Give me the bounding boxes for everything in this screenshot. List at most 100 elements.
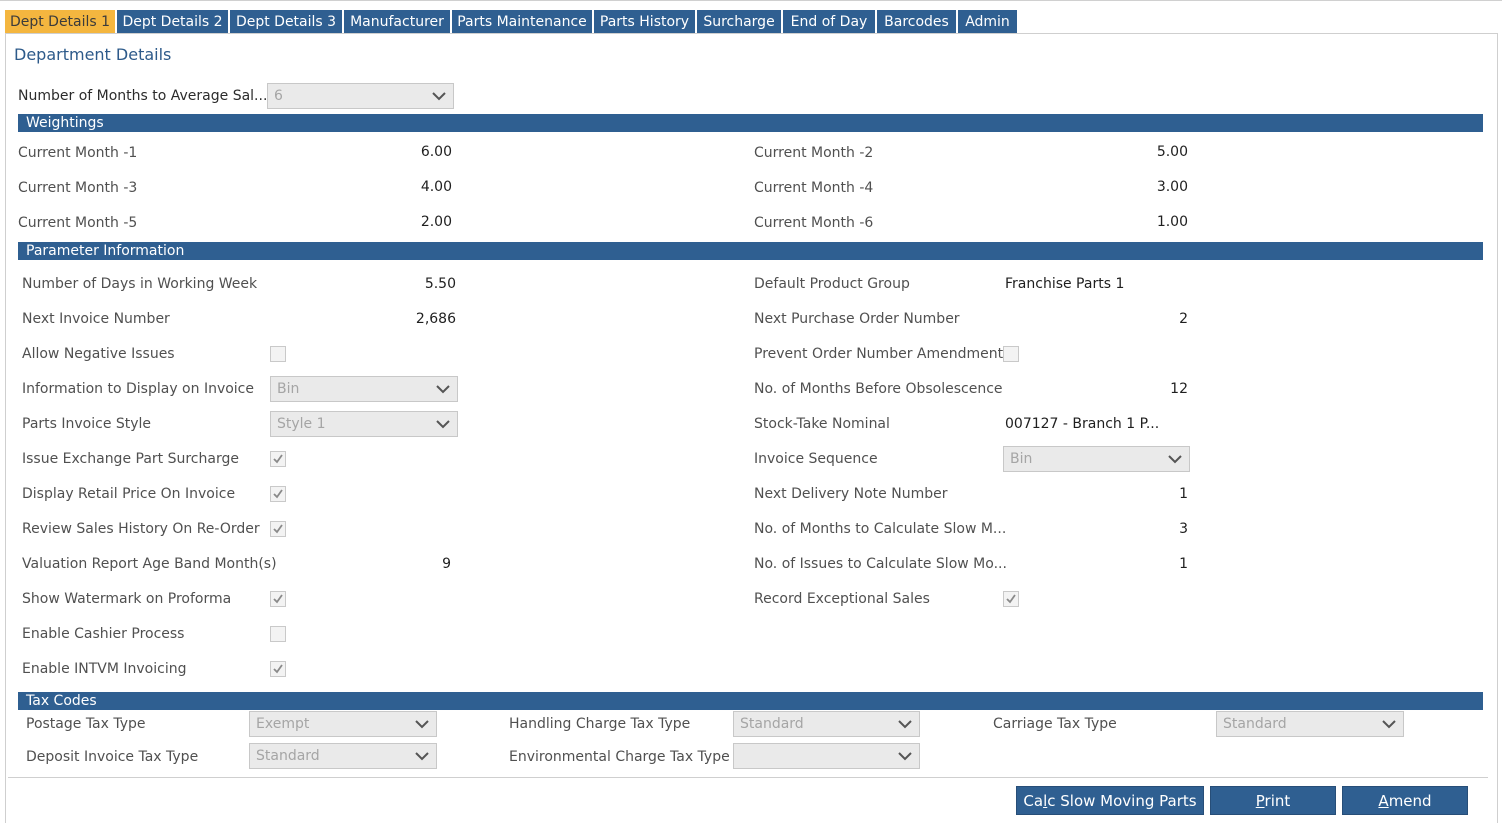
current-month-6-value: 1.00 [1156, 214, 1188, 230]
current-month-2-label: Current Month -2 [754, 145, 874, 161]
invoice-style-value: Style 1 [277, 416, 326, 432]
retail-price-checkbox[interactable] [270, 486, 286, 502]
checkmark-icon [273, 524, 283, 534]
chevron-down-icon [436, 420, 450, 429]
valuation-band-label: Valuation Report Age Band Month(s) [22, 556, 277, 572]
exceptional-sales-label: Record Exceptional Sales [754, 591, 930, 607]
watermark-label: Show Watermark on Proforma [22, 591, 232, 607]
prevent-amend-checkbox[interactable] [1003, 346, 1019, 362]
calc-slow-moving-button[interactable]: Calc Slow Moving Parts [1016, 786, 1204, 815]
review-sales-checkbox[interactable] [270, 521, 286, 537]
current-month-4-label: Current Month -4 [754, 180, 874, 196]
tab-dept-details-2[interactable]: Dept Details 2 [117, 10, 228, 34]
tab-parts-maintenance[interactable]: Parts Maintenance [452, 10, 592, 34]
weightings-header: Weightings [18, 114, 1483, 132]
handling-tax-value: Standard [740, 716, 804, 732]
checkmark-icon [273, 489, 283, 499]
print-suffix: rint [1264, 792, 1291, 810]
current-month-2-value: 5.00 [1156, 144, 1188, 160]
review-sales-label: Review Sales History On Re-Order [22, 521, 260, 537]
checkmark-icon [1006, 594, 1016, 604]
tab-surcharge[interactable]: Surcharge [697, 10, 781, 34]
exchange-surcharge-checkbox[interactable] [270, 451, 286, 467]
tab-parts-history[interactable]: Parts History [594, 10, 695, 34]
cashier-label: Enable Cashier Process [22, 626, 185, 642]
months-to-average-select[interactable]: 6 [267, 83, 454, 109]
valuation-band-value: 9 [442, 556, 451, 572]
chevron-down-icon [898, 752, 912, 761]
info-on-invoice-label: Information to Display on Invoice [22, 381, 254, 397]
postage-tax-label: Postage Tax Type [26, 716, 146, 732]
deposit-tax-label: Deposit Invoice Tax Type [26, 749, 199, 765]
watermark-checkbox[interactable] [270, 591, 286, 607]
stocktake-label: Stock-Take Nominal [754, 416, 890, 432]
chevron-down-icon [415, 720, 429, 729]
tax-codes-header: Tax Codes [18, 692, 1483, 710]
amend-suffix: mend [1388, 792, 1432, 810]
carriage-tax-value: Standard [1223, 716, 1287, 732]
cashier-checkbox[interactable] [270, 626, 286, 642]
footer-divider [8, 777, 1488, 778]
current-month-5-label: Current Month -5 [18, 215, 138, 231]
months-to-average-label: Number of Months to Average Sal... [18, 88, 268, 104]
chevron-down-icon [432, 92, 446, 101]
handling-tax-select[interactable]: Standard [733, 711, 920, 737]
checkmark-icon [273, 594, 283, 604]
allow-negative-label: Allow Negative Issues [22, 346, 175, 362]
print-access-key: P [1255, 792, 1265, 810]
obsolescence-label: No. of Months Before Obsolescence [754, 381, 1003, 397]
intvm-checkbox[interactable] [270, 661, 286, 677]
current-month-3-label: Current Month -3 [18, 180, 138, 196]
invoice-sequence-value: Bin [1010, 451, 1033, 467]
print-button[interactable]: Print [1210, 786, 1336, 815]
tab-manufacturer[interactable]: Manufacturer [344, 10, 450, 34]
postage-tax-value: Exempt [256, 716, 310, 732]
tab-end-of-day[interactable]: End of Day [783, 10, 875, 34]
chevron-down-icon [436, 385, 450, 394]
chevron-down-icon [1168, 455, 1182, 464]
info-on-invoice-select[interactable]: Bin [270, 376, 458, 402]
slow-months-value: 3 [1179, 521, 1188, 537]
next-po-value: 2 [1179, 311, 1188, 327]
invoice-style-select[interactable]: Style 1 [270, 411, 458, 437]
postage-tax-select[interactable]: Exempt [249, 711, 437, 737]
environmental-tax-select[interactable] [733, 743, 920, 769]
tab-bar: Dept Details 1 Dept Details 2 Dept Detai… [0, 0, 1502, 35]
current-month-5-value: 2.00 [420, 214, 452, 230]
slow-issues-label: No. of Issues to Calculate Slow Mo... [754, 556, 1007, 572]
deposit-tax-select[interactable]: Standard [249, 743, 437, 769]
chevron-down-icon [415, 752, 429, 761]
allow-negative-checkbox[interactable] [270, 346, 286, 362]
obsolescence-value: 12 [1170, 381, 1188, 397]
tab-admin[interactable]: Admin [958, 10, 1017, 34]
amend-access-key: A [1378, 792, 1389, 810]
invoice-style-label: Parts Invoice Style [22, 416, 152, 432]
invoice-sequence-label: Invoice Sequence [754, 451, 878, 467]
stocktake-value: 007127 - Branch 1 P... [1005, 416, 1160, 432]
carriage-tax-select[interactable]: Standard [1216, 711, 1404, 737]
tab-barcodes[interactable]: Barcodes [877, 10, 956, 34]
environmental-tax-label: Environmental Charge Tax Type [509, 749, 730, 765]
intvm-label: Enable INTVM Invoicing [22, 661, 187, 677]
calc-suffix: c Slow Moving Parts [1047, 792, 1197, 810]
slow-issues-value: 1 [1179, 556, 1188, 572]
chevron-down-icon [898, 720, 912, 729]
checkmark-icon [273, 454, 283, 464]
next-delivery-label: Next Delivery Note Number [754, 486, 948, 502]
chevron-down-icon [1382, 720, 1396, 729]
next-po-label: Next Purchase Order Number [754, 311, 960, 327]
prevent-amend-label: Prevent Order Number Amendment [754, 346, 1004, 362]
carriage-tax-label: Carriage Tax Type [993, 716, 1117, 732]
amend-button[interactable]: Amend [1342, 786, 1468, 815]
tab-dept-details-1[interactable]: Dept Details 1 [5, 10, 115, 34]
product-group-value: Franchise Parts 1 [1005, 276, 1125, 292]
current-month-4-value: 3.00 [1156, 179, 1188, 195]
page-title: Department Details [14, 45, 172, 64]
invoice-sequence-select[interactable]: Bin [1003, 446, 1190, 472]
checkmark-icon [273, 664, 283, 674]
months-to-average-value: 6 [274, 88, 283, 104]
next-invoice-value: 2,686 [415, 311, 456, 327]
exceptional-sales-checkbox[interactable] [1003, 591, 1019, 607]
deposit-tax-value: Standard [256, 748, 320, 764]
tab-dept-details-3[interactable]: Dept Details 3 [230, 10, 342, 34]
